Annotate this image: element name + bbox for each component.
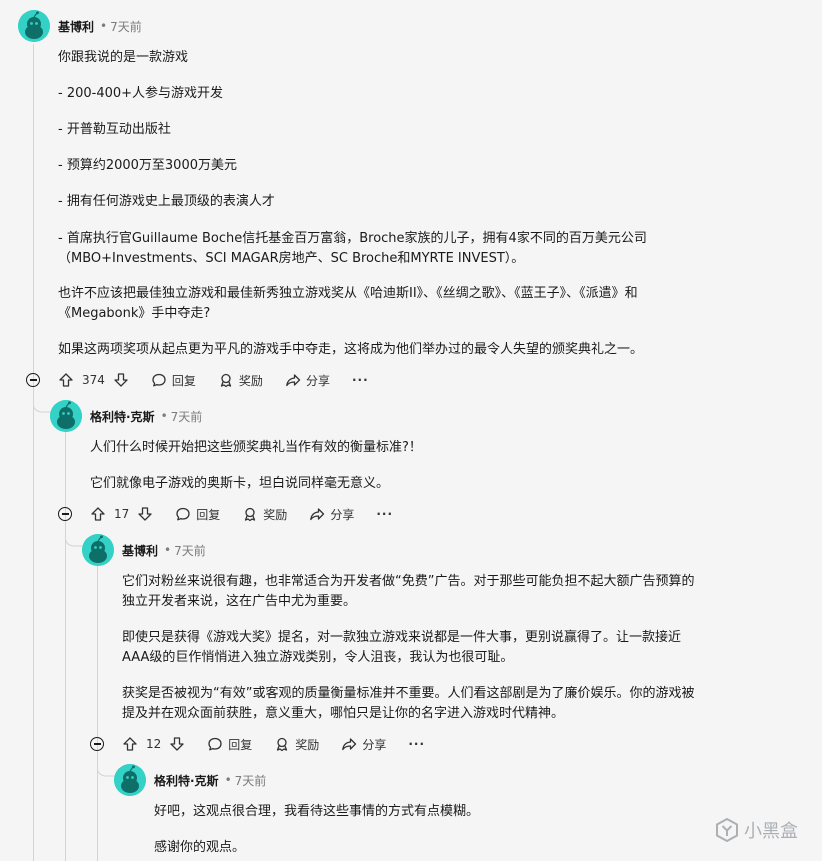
reply-button[interactable]: 回复 xyxy=(151,372,196,389)
comment-text: 好吧，这观点很合理，我看待这些事情的方式有点模糊。 xyxy=(154,804,480,819)
downvote-icon[interactable] xyxy=(113,372,129,388)
comment-text: - 200-400+人参与游戏开发 xyxy=(58,86,224,101)
username[interactable]: 格利特·克斯 xyxy=(154,772,219,789)
reply-icon xyxy=(152,373,166,387)
award-label: 奖励 xyxy=(238,373,263,388)
vote-count: 12 xyxy=(146,737,162,751)
vote-group: 17 xyxy=(90,506,153,522)
reply-button[interactable]: 回复 xyxy=(207,736,252,753)
comment-text: 它们对粉丝来说很有趣，也非常适合为开发者做“免费”广告。对于那些可能负担不起大额… xyxy=(122,574,695,589)
comment-text: - 预算约2000万至3000万美元 xyxy=(58,158,237,173)
reply-icon xyxy=(176,507,190,521)
more-options-button[interactable]: ··· xyxy=(352,373,369,387)
timestamp[interactable]: 7天前 xyxy=(174,542,206,559)
share-label: 分享 xyxy=(362,737,387,752)
reply-label: 回复 xyxy=(196,507,221,522)
watermark: 小黑盒 xyxy=(714,817,798,843)
reply-label: 回复 xyxy=(171,373,196,388)
award-button[interactable]: 奖励 xyxy=(218,372,263,389)
downvote-icon[interactable] xyxy=(169,736,185,752)
reply-label: 回复 xyxy=(228,737,253,752)
comment-text: 提及并在观众面前获胜，意义重大，哪怕只是让你的名字进入游戏时代精神。 xyxy=(122,706,565,721)
comment-text: - 拥有任何游戏史上最顶级的表演人才 xyxy=(58,194,275,209)
timestamp[interactable]: 7天前 xyxy=(235,772,267,789)
comment-text: （MBO+Investments、SCI MAGAR房地产、SC Broche和… xyxy=(58,251,525,266)
separator-dot: • xyxy=(224,773,232,787)
comment-text: 《Megabonk》手中夺走? xyxy=(58,306,211,321)
share-icon xyxy=(286,374,301,387)
avatar[interactable] xyxy=(18,10,50,42)
award-button[interactable]: 奖励 xyxy=(242,506,287,523)
downvote-icon[interactable] xyxy=(137,506,153,522)
comment-text: AAA级的巨作悄悄进入独立游戏类别，令人沮丧，我认为也很可耻。 xyxy=(122,650,514,665)
comment-text: 即使只是获得《游戏大奖》提名，对一款独立游戏来说都是一件大事，更别说赢得了。让一… xyxy=(122,630,682,645)
comment-actions: 374 回复 奖励 分享 ··· xyxy=(58,368,391,392)
reply-icon xyxy=(208,737,222,751)
snoo-avatar-icon xyxy=(18,10,50,42)
upvote-icon[interactable] xyxy=(122,736,138,752)
snoo-avatar-icon xyxy=(114,764,146,796)
comment-header: 基博利 • 7天前 xyxy=(58,14,142,38)
reply-button[interactable]: 回复 xyxy=(175,506,220,523)
upvote-icon[interactable] xyxy=(58,372,74,388)
snoo-avatar-icon xyxy=(50,400,82,432)
xiaoheihe-logo-icon xyxy=(716,817,738,843)
comment-text: 人们什么时候开始把这些颁奖典礼当作有效的衡量标准?！ xyxy=(90,440,422,455)
share-label: 分享 xyxy=(305,373,330,388)
award-icon xyxy=(220,373,232,388)
share-button[interactable]: 分享 xyxy=(341,736,386,753)
timestamp[interactable]: 7天前 xyxy=(110,18,142,35)
thread-line xyxy=(33,44,34,861)
comment-header: 格利特·克斯 • 7天前 xyxy=(154,768,266,792)
comment-text: 获奖是否被视为“有效”或客观的质量衡量标准并不重要。人们看这部剧是为了廉价娱乐。… xyxy=(122,686,695,701)
comment-text: 感谢你的观点。 xyxy=(154,840,246,855)
comment-actions: 12 回复 奖励 分享 ··· xyxy=(122,732,447,756)
share-button[interactable]: 分享 xyxy=(309,506,354,523)
vote-group: 374 xyxy=(58,372,129,388)
watermark-text: 小黑盒 xyxy=(744,821,798,842)
avatar[interactable] xyxy=(82,534,114,566)
award-button[interactable]: 奖励 xyxy=(274,736,319,753)
comment-text: 独立开发者来说，这在广告中尤为重要。 xyxy=(122,594,357,609)
vote-group: 12 xyxy=(122,736,185,752)
award-label: 奖励 xyxy=(263,507,288,522)
snoo-avatar-icon xyxy=(82,534,114,566)
comment-text: - 首席执行官Guillaume Boche信托基金百万富翁，Broche家族的… xyxy=(58,231,647,246)
separator-dot: • xyxy=(160,409,168,423)
share-button[interactable]: 分享 xyxy=(285,372,330,389)
upvote-icon[interactable] xyxy=(90,506,106,522)
username[interactable]: 基博利 xyxy=(58,18,94,35)
comment-text: - 开普勒互动出版社 xyxy=(58,122,171,137)
share-icon xyxy=(310,508,325,521)
comment-header: 基博利 • 7天前 xyxy=(122,538,206,562)
separator-dot: • xyxy=(100,19,108,33)
comment-header: 格利特·克斯 • 7天前 xyxy=(90,404,202,428)
username[interactable]: 基博利 xyxy=(122,542,158,559)
username[interactable]: 格利特·克斯 xyxy=(90,408,155,425)
award-icon xyxy=(245,507,256,522)
more-options-button[interactable]: ··· xyxy=(376,507,393,521)
collapse-icon[interactable] xyxy=(26,373,40,387)
thread-line xyxy=(97,565,98,861)
comment-text: 也许不应该把最佳独立游戏和最佳新秀独立游戏奖从《哈迪斯II》、《丝绸之歌》、《蓝… xyxy=(58,286,638,301)
share-label: 分享 xyxy=(330,507,355,522)
avatar[interactable] xyxy=(114,764,146,796)
vote-count: 374 xyxy=(82,373,105,387)
timestamp[interactable]: 7天前 xyxy=(171,408,203,425)
share-icon xyxy=(342,738,357,751)
thread-line xyxy=(65,430,66,861)
collapse-icon[interactable] xyxy=(58,507,72,521)
comment-text: 如果这两项奖项从起点更为平凡的游戏手中夺走，这将成为他们举办过的最令人失望的颁奖… xyxy=(58,342,644,357)
comment-text: 你跟我说的是一款游戏 xyxy=(58,50,189,65)
award-label: 奖励 xyxy=(295,737,320,752)
separator-dot: • xyxy=(164,543,172,557)
comment-text: 它们就像电子游戏的奥斯卡，坦白说同样毫无意义。 xyxy=(90,476,390,491)
comment-actions: 17 回复 奖励 分享 ··· xyxy=(90,502,415,526)
award-icon xyxy=(277,737,288,752)
more-options-button[interactable]: ··· xyxy=(408,737,425,751)
vote-count: 17 xyxy=(114,507,130,521)
collapse-icon[interactable] xyxy=(90,737,104,751)
avatar[interactable] xyxy=(50,400,82,432)
